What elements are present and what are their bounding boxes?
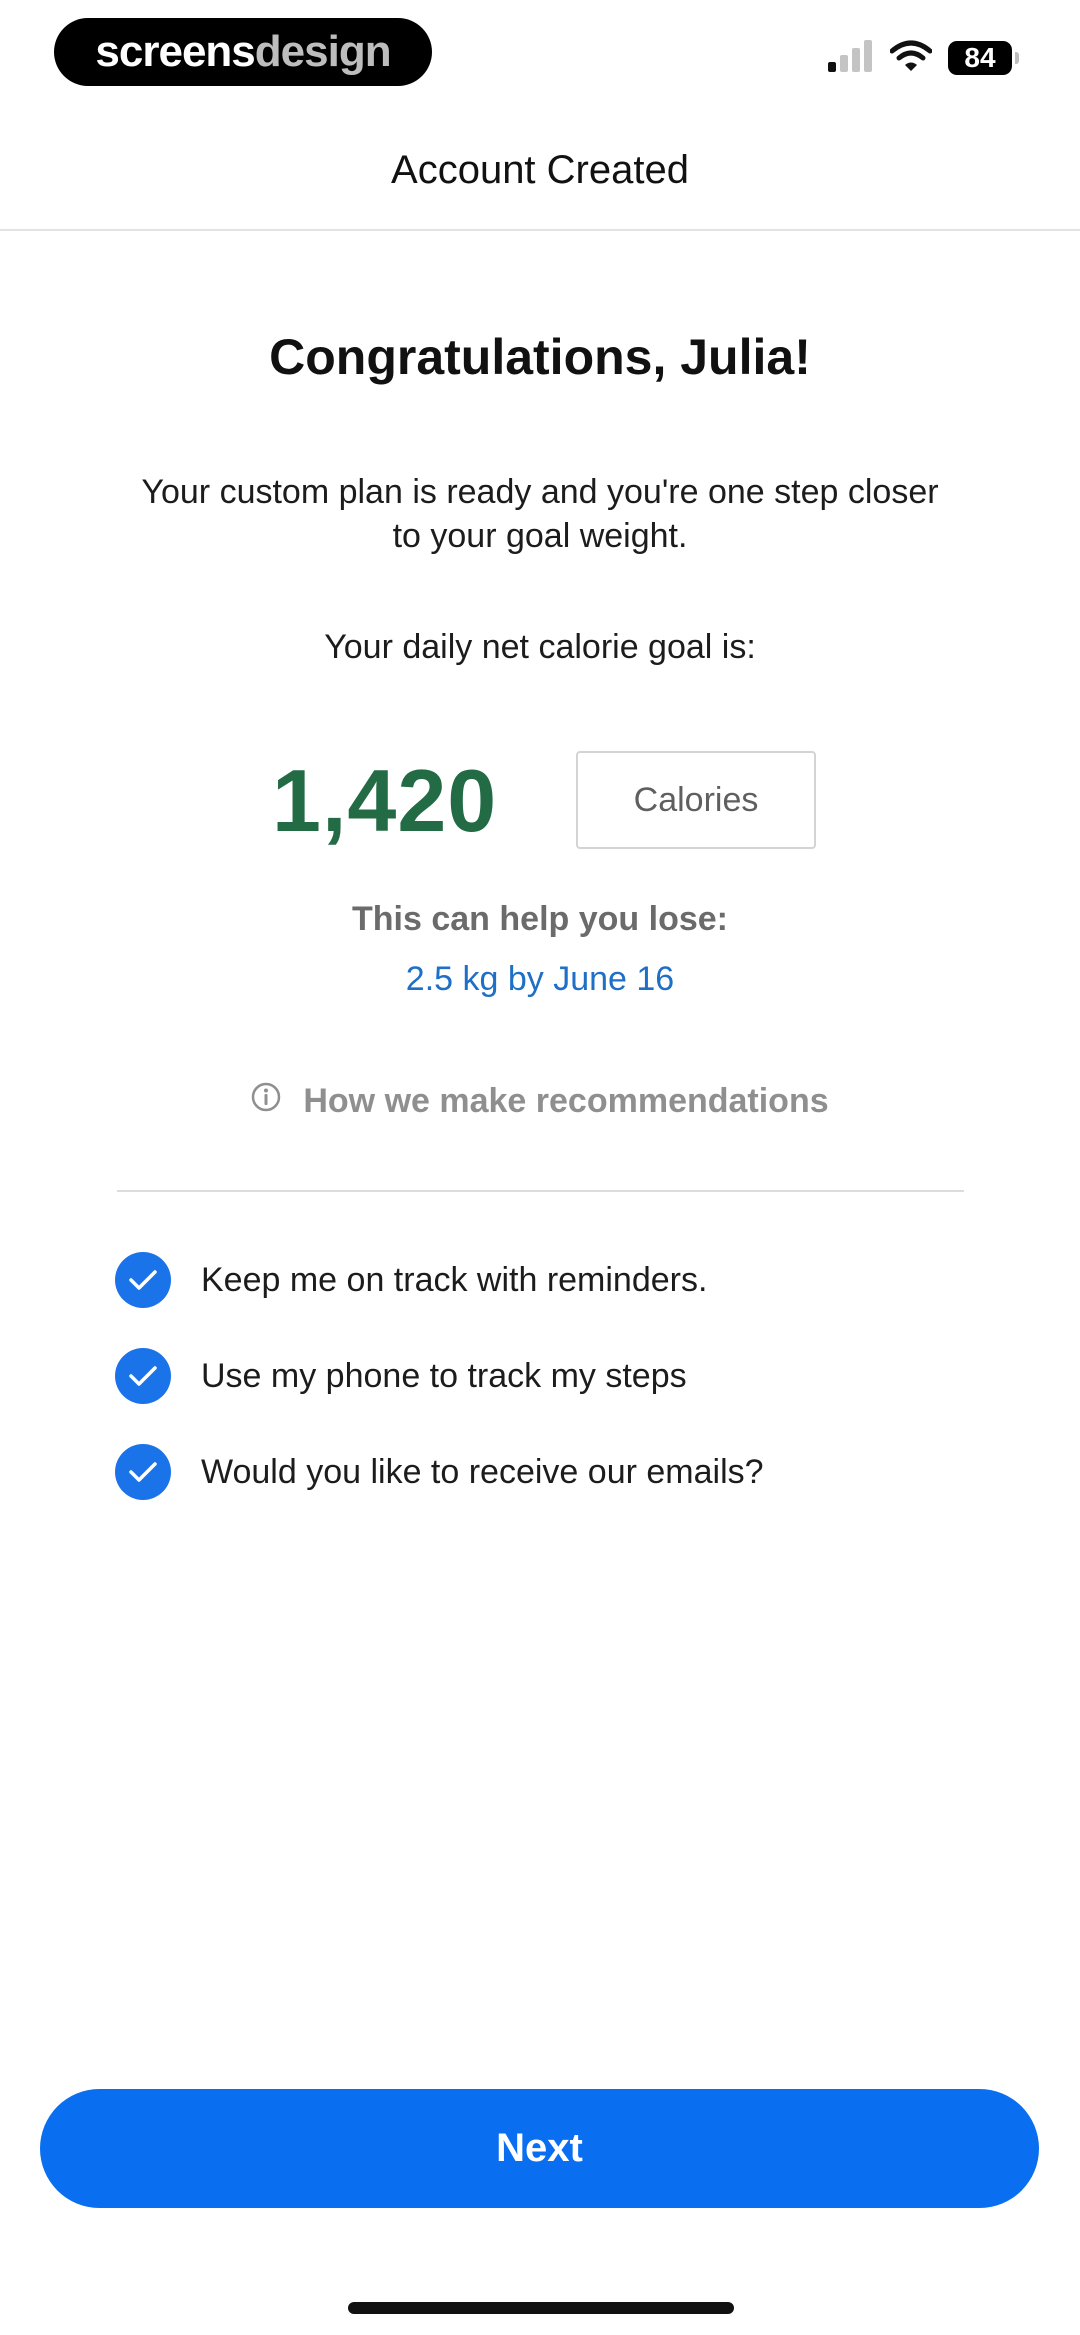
next-button[interactable]: Next: [40, 2089, 1039, 2208]
option-reminders[interactable]: Keep me on track with reminders.: [115, 1251, 707, 1309]
battery-icon: 84: [948, 41, 1019, 75]
option-emails[interactable]: Would you like to receive our emails?: [115, 1443, 764, 1501]
checkbox-checked-icon[interactable]: [115, 1252, 171, 1308]
option-track-steps[interactable]: Use my phone to track my steps: [115, 1347, 687, 1405]
plan-ready-subtitle: Your custom plan is ready and you're one…: [141, 473, 939, 555]
weight-loss-label: This can help you lose:: [352, 900, 728, 938]
calorie-goal-value: 1,420: [272, 751, 498, 850]
wifi-icon: [889, 40, 933, 77]
nav-title: Account Created: [391, 148, 689, 192]
content-divider: [117, 1190, 964, 1192]
brand-text-secondary: design: [254, 27, 392, 76]
recommendations-link[interactable]: How we make recommendations: [0, 1082, 1080, 1121]
calorie-unit-selector[interactable]: Calories: [576, 751, 816, 849]
signal-icon: [828, 39, 874, 77]
checkbox-checked-icon[interactable]: [115, 1444, 171, 1500]
calorie-goal-label: Your daily net calorie goal is:: [324, 628, 756, 666]
recommendations-link-label: How we make recommendations: [303, 1082, 829, 1120]
next-button-label: Next: [496, 2126, 583, 2170]
info-icon: [251, 1082, 281, 1121]
checkbox-checked-icon[interactable]: [115, 1348, 171, 1404]
option-track-steps-label: Use my phone to track my steps: [201, 1356, 687, 1395]
option-reminders-label: Keep me on track with reminders.: [201, 1260, 708, 1299]
calorie-unit-label: Calories: [633, 780, 759, 819]
brand-text-primary: screens: [95, 27, 255, 76]
battery-level: 84: [964, 42, 996, 73]
home-indicator: [348, 2302, 734, 2314]
weight-loss-projection: 2.5 kg by June 16: [405, 960, 675, 998]
congratulations-heading: Congratulations, Julia!: [269, 329, 811, 385]
brand-watermark: screens design: [54, 18, 432, 86]
status-icons: 84: [828, 38, 1019, 78]
account-created-screen: screens design 84 Account Created Congrat…: [0, 0, 1080, 2335]
nav-divider: [0, 229, 1080, 231]
option-emails-label: Would you like to receive our emails?: [201, 1452, 764, 1491]
